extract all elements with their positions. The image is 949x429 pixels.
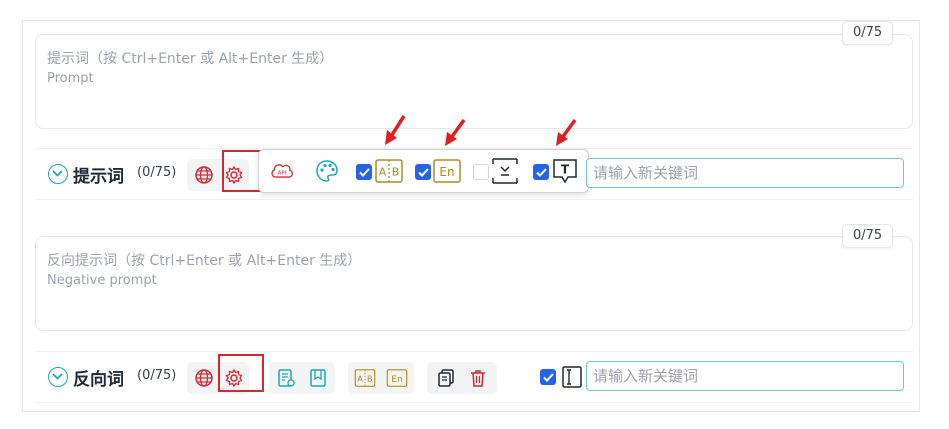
svg-text:B: B — [367, 373, 373, 383]
red-arrow-icon — [385, 115, 406, 145]
collapse-chevron-icon[interactable] — [48, 164, 68, 184]
negative-prompt-placeholder-en: Negative prompt — [47, 273, 157, 288]
negative-group-format: AB En — [348, 362, 414, 394]
svg-text:A: A — [357, 373, 363, 383]
text-cursor-icon[interactable] — [559, 364, 585, 390]
api-icon-label: API — [278, 170, 287, 176]
prompt-row-title: 提示词 — [73, 167, 124, 187]
english-icon[interactable]: En — [433, 158, 461, 184]
negative-group-history — [269, 362, 335, 394]
prompt-token-counter: 0/75 — [842, 21, 894, 45]
t-icon-label: T — [561, 163, 570, 177]
negative-row-title: 反向词 — [73, 370, 124, 390]
bookmark-icon[interactable] — [305, 365, 331, 391]
svg-text:B: B — [392, 166, 400, 179]
copy-icon[interactable] — [433, 365, 459, 391]
split-ab-icon[interactable]: AB — [375, 158, 403, 184]
en-icon-label: En — [439, 165, 454, 179]
split-ab-icon[interactable]: AB — [352, 365, 378, 391]
en-checkbox[interactable] — [415, 164, 431, 180]
text-checkbox[interactable] — [533, 164, 549, 180]
globe-icon[interactable] — [191, 365, 217, 391]
dismiss-checkbox[interactable] — [473, 164, 489, 180]
collapse-chevron-icon[interactable] — [48, 367, 68, 387]
prompt-placeholder: 提示词（按 Ctrl+Enter 或 Alt+Enter 生成） — [47, 51, 334, 67]
highlight-box — [222, 150, 262, 192]
prompt-textarea[interactable]: 提示词（按 Ctrl+Enter 或 Alt+Enter 生成） Prompt — [35, 34, 913, 129]
history-list-icon[interactable] — [273, 365, 299, 391]
cloud-api-icon[interactable]: API — [269, 158, 295, 184]
globe-icon[interactable] — [191, 162, 217, 188]
red-arrow-icon — [556, 118, 577, 146]
highlight-box — [218, 354, 264, 392]
svg-text:A: A — [379, 166, 387, 179]
negative-prompt-textarea[interactable]: 反向提示词（按 Ctrl+Enter 或 Alt+Enter 生成） Negat… — [35, 236, 913, 331]
red-arrow-icon — [445, 118, 466, 146]
negative-token-counter: 0/75 — [842, 224, 894, 248]
negative-text-checkbox[interactable] — [540, 369, 556, 385]
trash-icon[interactable] — [465, 365, 491, 391]
prompt-keyword-input[interactable]: 请输入新关键词 — [586, 158, 904, 188]
ab-checkbox[interactable] — [356, 164, 372, 180]
prompt-placeholder-en: Prompt — [47, 71, 94, 86]
dismiss-icon[interactable] — [491, 158, 519, 184]
en-icon-label: En — [391, 375, 402, 385]
negative-group-actions — [427, 362, 497, 394]
english-icon[interactable]: En — [384, 365, 410, 391]
prompt-toolbar-popup: API AB En T — [258, 149, 589, 193]
palette-icon[interactable] — [314, 158, 340, 184]
prompt-row-count: (0/75) — [137, 165, 177, 180]
negative-row-count: (0/75) — [137, 368, 177, 383]
negative-keyword-input[interactable]: 请输入新关键词 — [586, 361, 904, 391]
text-bubble-icon[interactable]: T — [551, 158, 579, 184]
negative-prompt-placeholder: 反向提示词（按 Ctrl+Enter 或 Alt+Enter 生成） — [47, 253, 362, 269]
